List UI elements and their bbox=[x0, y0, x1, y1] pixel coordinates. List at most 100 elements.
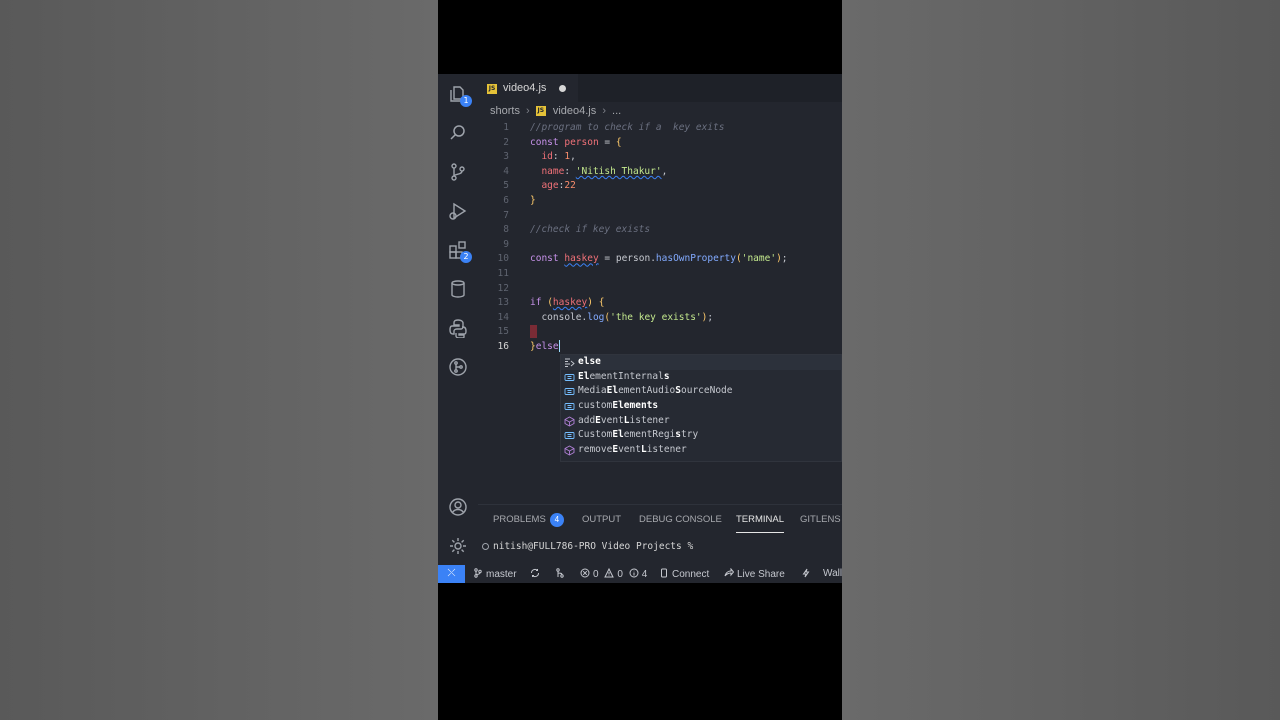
suggestion-item[interactable]: MediaElementAudioSourceNode bbox=[561, 384, 841, 399]
remote-indicator-icon[interactable]: ⤬ bbox=[438, 565, 465, 583]
suggestion-item[interactable]: addEventListener bbox=[561, 414, 841, 429]
account-icon[interactable] bbox=[448, 497, 468, 517]
variable-icon bbox=[564, 401, 575, 412]
tab-terminal[interactable]: TERMINAL bbox=[736, 513, 785, 533]
text-cursor bbox=[558, 340, 560, 353]
line-number: 6 bbox=[503, 194, 509, 206]
branch-indicator[interactable]: master bbox=[473, 568, 517, 580]
line-number: 14 bbox=[497, 311, 509, 323]
line-number: 3 bbox=[503, 151, 509, 163]
code-line: 1 //program to check if a key exits bbox=[478, 121, 842, 136]
suggestion-item[interactable]: removeEventListener bbox=[561, 443, 841, 458]
git-graph-icon[interactable] bbox=[555, 568, 568, 580]
line-number: 11 bbox=[497, 267, 509, 279]
suggestion-text: custom bbox=[578, 400, 613, 412]
suggestion-item[interactable]: customElements bbox=[561, 399, 841, 414]
gitlens-icon[interactable] bbox=[448, 357, 468, 377]
suggestion-text: El bbox=[606, 385, 619, 397]
code-line: 8 //check if key exists bbox=[478, 223, 842, 238]
suggestion-text: ourceNode bbox=[681, 385, 733, 397]
tab-label: video4.js bbox=[503, 82, 547, 94]
code-line: 12 bbox=[478, 282, 842, 297]
breadcrumb-folder[interactable]: shorts bbox=[490, 105, 520, 117]
code-text: console.log('the key exists'); bbox=[541, 311, 714, 323]
tab-video4-js[interactable]: JS video4.js bbox=[478, 74, 578, 102]
variable-icon bbox=[564, 430, 575, 441]
variable-icon bbox=[564, 372, 575, 383]
run-debug-icon[interactable] bbox=[448, 201, 468, 221]
line-number: 13 bbox=[497, 297, 509, 309]
chevron-right-icon: › bbox=[526, 105, 530, 118]
live-share-button[interactable]: Live Share bbox=[724, 567, 785, 580]
line-number: 1 bbox=[503, 122, 509, 133]
bottom-panel: PROBLEMS 4 OUTPUT DEBUG CONSOLE TERMINAL … bbox=[478, 504, 842, 565]
code-text bbox=[530, 325, 537, 340]
line-number: 9 bbox=[503, 238, 509, 250]
warning-count: 0 bbox=[617, 569, 623, 580]
line-number: 10 bbox=[497, 253, 509, 265]
code-comment: //check if key exists bbox=[530, 224, 651, 236]
editor-tab-bar: JS video4.js bbox=[478, 74, 842, 102]
breadcrumb-more[interactable]: ... bbox=[612, 105, 621, 117]
blurred-background-right bbox=[842, 0, 1280, 720]
code-line: 7 bbox=[478, 209, 842, 224]
terminal-output[interactable]: nitish@FULL786-PRO Video Projects % bbox=[482, 541, 693, 552]
code-line: 10 const haskey = person.hasOwnProperty('… bbox=[478, 252, 842, 267]
error-marker bbox=[530, 325, 537, 339]
autocomplete-suggestions: else ElementInternals MediaElementAudioSou… bbox=[560, 354, 842, 462]
tab-gitlens[interactable]: GITLENS bbox=[800, 513, 841, 533]
snippet-icon bbox=[564, 357, 575, 368]
line-number: 4 bbox=[503, 165, 509, 177]
suggestion-text: ementRegi bbox=[623, 429, 676, 441]
activity-bar: 1 2 bbox=[438, 74, 478, 565]
line-number: 8 bbox=[503, 224, 509, 236]
code-area[interactable]: 1 //program to check if a key exits 2 cons… bbox=[478, 121, 842, 355]
settings-gear-icon[interactable] bbox=[448, 536, 468, 556]
source-control-icon[interactable] bbox=[448, 162, 468, 182]
code-text: const haskey = person.hasOwnProperty('na… bbox=[530, 253, 788, 265]
terminal-status-icon bbox=[482, 543, 489, 550]
python-icon[interactable] bbox=[448, 318, 468, 338]
code-line: 15 bbox=[478, 325, 842, 340]
suggestion-item[interactable]: CustomElementRegistry bbox=[561, 428, 841, 443]
code-text: }else bbox=[530, 340, 560, 353]
line-number: 16 bbox=[497, 340, 509, 352]
problems-count-badge: 4 bbox=[549, 513, 564, 527]
code-text: id: 1, bbox=[541, 151, 576, 163]
suggestion-item[interactable]: else bbox=[561, 355, 841, 370]
code-line: 5 age:22 bbox=[478, 179, 842, 194]
wallaby-status[interactable]: Wall bbox=[823, 568, 842, 580]
unsaved-dot-icon[interactable] bbox=[559, 85, 566, 92]
breadcrumb-file[interactable]: video4.js bbox=[553, 105, 596, 117]
line-number: 5 bbox=[503, 180, 509, 192]
line-number: 15 bbox=[497, 326, 509, 338]
suggestion-item[interactable]: ElementInternals bbox=[561, 370, 841, 385]
explorer-icon[interactable]: 1 bbox=[448, 84, 472, 107]
code-text: const person = { bbox=[530, 136, 622, 148]
code-text: age:22 bbox=[541, 180, 576, 192]
status-bar: ⤬ master 0 0 4 Connect Live Share Wall bbox=[438, 565, 842, 583]
connect-button[interactable]: Connect bbox=[659, 568, 709, 580]
search-icon[interactable] bbox=[448, 123, 468, 143]
database-icon[interactable] bbox=[448, 279, 468, 299]
suggestion-text: lements bbox=[618, 400, 659, 412]
suggestion-text: El bbox=[578, 370, 590, 382]
tab-output[interactable]: OUTPUT bbox=[582, 513, 621, 533]
code-line: 4 name: 'Nitish Thakur', bbox=[478, 165, 842, 180]
branch-name: master bbox=[486, 569, 517, 580]
explorer-badge: 1 bbox=[460, 95, 472, 107]
terminal-prompt: nitish@FULL786-PRO Video Projects % bbox=[493, 541, 694, 552]
connect-label: Connect bbox=[672, 569, 710, 580]
code-line: 13 if (haskey) { bbox=[478, 296, 842, 311]
live-share-label: Live Share bbox=[737, 569, 785, 580]
extensions-icon[interactable]: 2 bbox=[448, 240, 472, 263]
suggestion-text: try bbox=[681, 429, 699, 441]
sync-icon[interactable] bbox=[530, 568, 543, 580]
lightning-icon[interactable] bbox=[801, 568, 814, 580]
suggestion-text: istener bbox=[646, 444, 687, 456]
method-icon bbox=[564, 445, 575, 456]
problems-indicator[interactable]: 0 0 4 bbox=[580, 567, 647, 580]
tab-problems[interactable]: PROBLEMS 4 bbox=[493, 513, 564, 533]
tab-debug-console[interactable]: DEBUG CONSOLE bbox=[639, 513, 722, 533]
code-text: } bbox=[530, 194, 536, 206]
